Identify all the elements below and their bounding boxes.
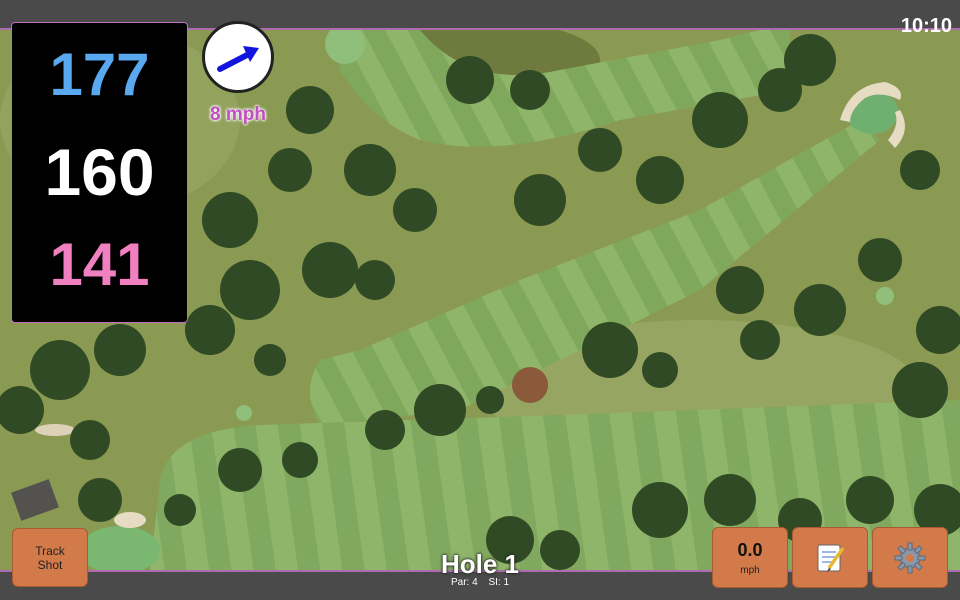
settings-button[interactable] <box>872 527 948 588</box>
wind-arrow-icon <box>217 46 259 72</box>
hole-par: Par: 4 <box>450 577 478 588</box>
wind-indicator <box>202 21 274 93</box>
clock-time: 10:10 <box>900 15 952 37</box>
middle-distance: 160 <box>44 135 155 209</box>
hole-stroke-index: SI: 1 <box>488 577 510 588</box>
track-shot-label-line1: Track <box>35 543 65 558</box>
speed-unit: mph <box>740 564 760 576</box>
front-distance: 141 <box>49 231 150 298</box>
distance-panel: 177 160 141 <box>11 22 188 323</box>
wind-speed: 8 mph <box>210 104 266 125</box>
track-shot-button[interactable]: Track Shot <box>12 528 88 587</box>
hole-info: Par: 4 SI: 1 <box>380 577 580 588</box>
speed-value: 0.0 <box>737 539 763 560</box>
gear-icon <box>894 542 926 573</box>
speed-button[interactable]: 0.0 mph <box>712 527 788 588</box>
track-shot-label-line2: Shot <box>37 557 63 572</box>
back-distance: 177 <box>49 41 150 108</box>
notepad-icon <box>817 544 845 572</box>
notes-button[interactable] <box>792 527 868 588</box>
hole-title: Hole 1 <box>440 549 520 579</box>
